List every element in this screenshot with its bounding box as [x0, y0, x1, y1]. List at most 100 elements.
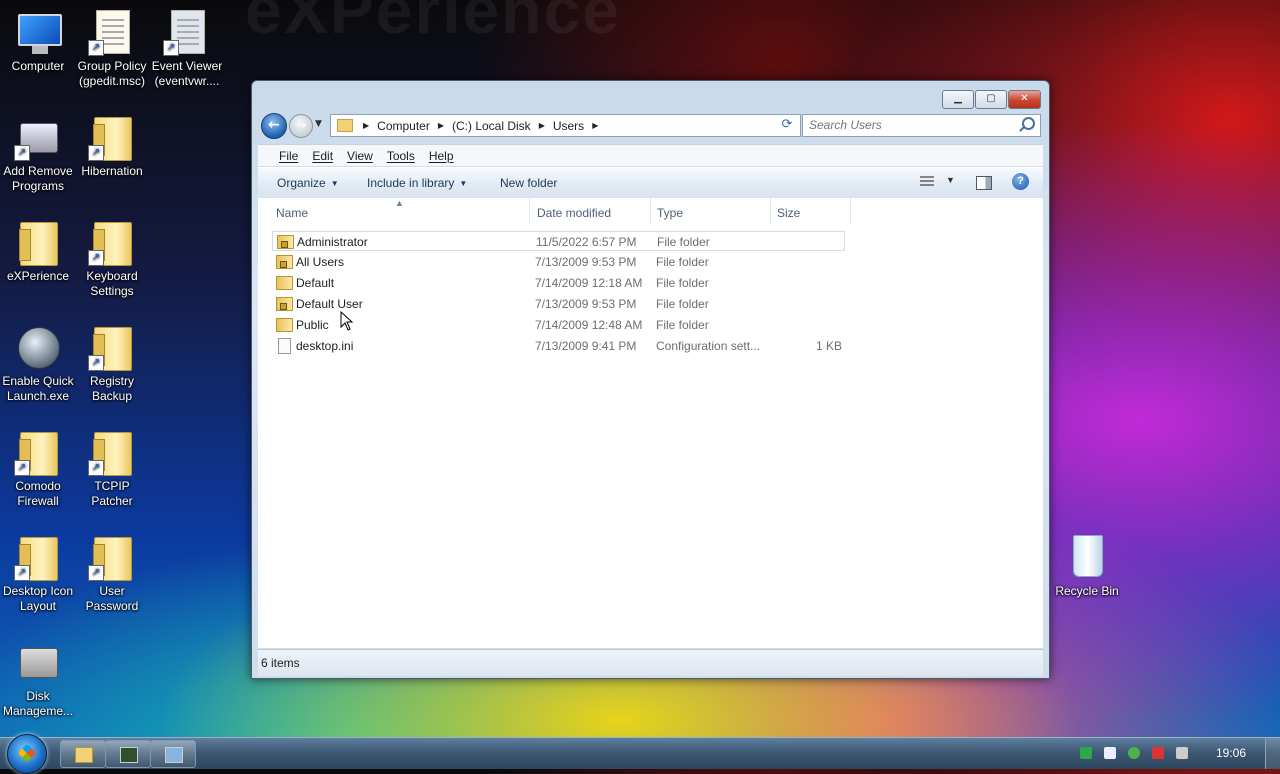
volume-muted-icon[interactable] [1176, 747, 1188, 759]
file-date: 7/14/2009 12:48 AM [535, 318, 643, 332]
sort-ascending-icon: ▲ [395, 198, 404, 208]
computer-icon [14, 8, 62, 56]
search-icon[interactable] [1022, 117, 1035, 130]
breadcrumb-computer[interactable]: Computer [373, 119, 434, 133]
programs-icon: ↗ [14, 113, 62, 161]
desktop-icon-tcpip-patcher[interactable]: ↗ TCPIP Patcher [74, 428, 150, 509]
search-box[interactable] [802, 114, 1041, 137]
file-row[interactable]: Default User 7/13/2009 9:53 PM File fold… [272, 294, 845, 314]
column-headers: ▲ Name Date modified Type Size [258, 198, 858, 226]
desktop-icon-desktop-icon-layout[interactable]: ↗ Desktop Icon Layout [0, 533, 76, 614]
taskbar-app-button[interactable] [105, 740, 151, 768]
desktop-icon-enable-quick-launch[interactable]: Enable Quick Launch.exe [0, 323, 76, 404]
address-bar[interactable]: ▶ Computer ▶ (C:) Local Disk ▶ Users ▶ ▼ [330, 114, 800, 137]
network-status-icon[interactable] [1080, 747, 1092, 759]
disk-management-icon [14, 638, 62, 686]
change-view-icon[interactable] [920, 176, 934, 188]
shield-icon[interactable] [1128, 747, 1140, 759]
history-dropdown-icon[interactable]: ▼ [315, 119, 322, 129]
search-input[interactable] [803, 115, 1009, 134]
desktop-icon-label: Comodo Firewall [15, 479, 61, 508]
menu-tools[interactable]: Tools [380, 149, 422, 163]
desktop-icon-keyboard-settings[interactable]: ↗ Keyboard Settings [74, 218, 150, 299]
column-size[interactable]: Size [777, 206, 800, 220]
recycle-bin-icon [1063, 533, 1111, 581]
window-controls: ▁ ▢ ✕ [942, 90, 1041, 109]
refresh-button[interactable]: ⟳ [774, 114, 801, 137]
breadcrumb-chevron-icon[interactable]: ▶ [434, 121, 448, 130]
include-label: Include in library [367, 176, 455, 190]
file-row[interactable]: All Users 7/13/2009 9:53 PM File folder [272, 252, 845, 272]
clock[interactable]: 19:06 [1216, 746, 1246, 760]
help-icon[interactable]: ? [1012, 173, 1029, 190]
wallpaper-watermark: eXPerience [245, 0, 621, 47]
breadcrumb-chevron-icon[interactable]: ▶ [588, 121, 602, 130]
back-button[interactable]: ← [261, 113, 287, 139]
column-type[interactable]: Type [657, 206, 683, 220]
file-row[interactable]: Public 7/14/2009 12:48 AM File folder [272, 315, 845, 335]
desktop-icon-label: Disk Manageme... [2, 689, 74, 718]
desktop-icon-label: Event Viewer (eventvwr.... [151, 59, 223, 88]
new-folder-button[interactable]: New folder [500, 176, 557, 190]
desktop-icon-label: Add Remove Programs [3, 164, 73, 193]
menu-help[interactable]: Help [422, 149, 461, 163]
status-bar: 6 items [258, 649, 1043, 676]
file-type: File folder [657, 235, 710, 249]
file-row[interactable]: Default 7/14/2009 12:18 AM File folder [272, 273, 845, 293]
desktop-icon-comodo-firewall[interactable]: ↗ Comodo Firewall [0, 428, 76, 509]
taskbar-explorer-button[interactable] [60, 740, 106, 768]
include-in-library-button[interactable]: Include in library ▼ [367, 176, 467, 190]
desktop-icon-experience[interactable]: eXPerience [0, 218, 76, 284]
column-divider[interactable] [850, 198, 851, 224]
column-date-modified[interactable]: Date modified [537, 206, 611, 220]
folder-icon [75, 747, 93, 763]
desktop-icon-label: Desktop Icon Layout [2, 584, 74, 613]
breadcrumb-local-disk[interactable]: (C:) Local Disk [448, 119, 535, 133]
network-disconnected-icon[interactable] [1152, 747, 1164, 759]
menu-view[interactable]: View [340, 149, 380, 163]
desktop-icon-user-password[interactable]: ↗ User Password [74, 533, 150, 614]
close-button[interactable]: ✕ [1008, 90, 1041, 109]
file-name: Public [296, 318, 329, 332]
start-button[interactable] [7, 734, 47, 774]
column-divider[interactable] [650, 198, 651, 224]
show-desktop-button[interactable] [1265, 738, 1280, 769]
desktop-icon-event-viewer[interactable]: ↗ Event Viewer (eventvwr.... [149, 8, 225, 89]
desktop-icon-recycle-bin[interactable]: Recycle Bin [1049, 533, 1125, 599]
desktop-icon-label: TCPIP Patcher [91, 479, 133, 508]
file-row[interactable]: Administrator 11/5/2022 6:57 PM File fol… [272, 231, 845, 251]
desktop-icon-group-policy[interactable]: ↗ Group Policy (gpedit.msc) [74, 8, 150, 89]
file-date: 7/14/2009 12:18 AM [535, 276, 643, 290]
maximize-button[interactable]: ▢ [975, 90, 1007, 109]
lock-icon [280, 261, 287, 268]
lock-icon [281, 241, 288, 248]
forward-button[interactable]: → [289, 114, 313, 138]
column-divider[interactable] [529, 198, 530, 224]
file-date: 7/13/2009 9:41 PM [535, 339, 637, 353]
desktop-icon-add-remove-programs[interactable]: ↗ Add Remove Programs [0, 113, 76, 194]
command-bar: Organize ▼ Include in library ▼ New folder… [258, 167, 1043, 199]
breadcrumb-chevron-icon[interactable]: ▶ [535, 121, 549, 130]
column-name[interactable]: Name [276, 206, 308, 220]
taskbar-app-button-2[interactable] [150, 740, 196, 768]
file-row[interactable]: desktop.ini 7/13/2009 9:41 PM Configurat… [272, 336, 845, 356]
desktop-icon-hibernation[interactable]: ↗ Hibernation [74, 113, 150, 179]
minimize-button[interactable]: ▁ [942, 90, 974, 109]
file-name: desktop.ini [296, 339, 354, 353]
menu-file[interactable]: File [272, 149, 305, 163]
column-divider[interactable] [770, 198, 771, 224]
breadcrumb-chevron-icon[interactable]: ▶ [359, 121, 373, 130]
desktop-icon-registry-backup[interactable]: ↗ Registry Backup [74, 323, 150, 404]
view-dropdown-icon[interactable]: ▼ [946, 175, 955, 185]
file-type: Configuration sett... [656, 339, 761, 353]
desktop-icon-disk-management[interactable]: Disk Manageme... [0, 638, 76, 719]
app-sphere-icon [14, 323, 62, 371]
preview-pane-icon[interactable] [976, 176, 992, 190]
organize-button[interactable]: Organize ▼ [277, 176, 339, 190]
breadcrumb-users[interactable]: Users [549, 119, 588, 133]
desktop-icon-computer[interactable]: Computer [0, 8, 76, 74]
file-type: File folder [656, 276, 709, 290]
file-name: Administrator [297, 235, 368, 249]
notepad-icon[interactable] [1104, 747, 1116, 759]
menu-edit[interactable]: Edit [305, 149, 340, 163]
